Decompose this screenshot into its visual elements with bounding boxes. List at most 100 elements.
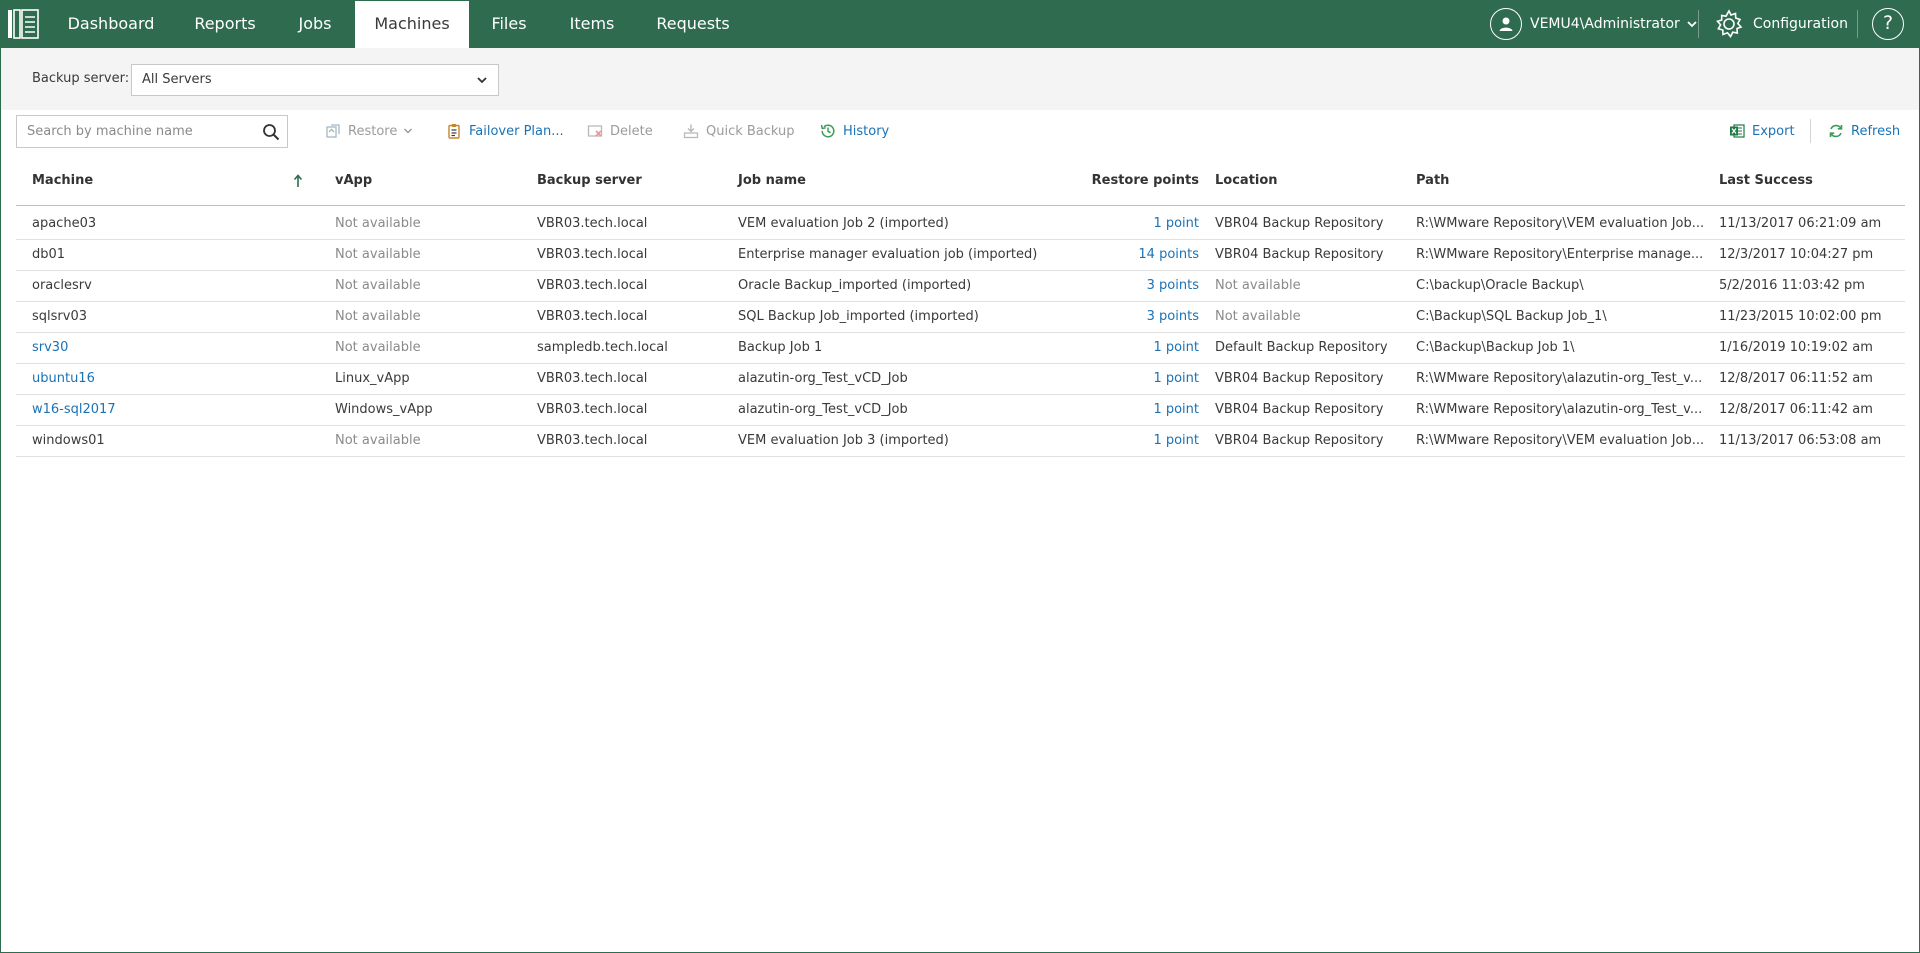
restore-button[interactable]: Restore [325,120,413,142]
table-header: Machine vApp Backup server Job name Rest… [16,164,1905,206]
refresh-icon [1829,124,1843,138]
history-label: History [843,123,890,139]
column-header-job-name[interactable]: Job name [738,164,806,198]
cell-last-success: 12/3/2017 10:04:27 pm [1719,247,1874,262]
user-avatar-icon [1490,8,1522,40]
cell-location: VBR04 Backup Repository [1215,216,1384,231]
backup-server-select[interactable]: All Servers [131,64,499,96]
failover-plan-label: Failover Plan... [469,123,564,139]
cell-machine[interactable]: srv30 [32,333,322,363]
user-name: VEMU4\Administrator [1530,16,1680,32]
cell-backup-server: sampledb.tech.local [537,340,668,355]
cell-location: VBR04 Backup Repository [1215,371,1384,386]
column-header-last-success[interactable]: Last Success [1719,164,1813,198]
cell-backup-server: VBR03.tech.local [537,278,648,293]
cell-path: C:\backup\Oracle Backup\ [1416,278,1584,293]
top-navigation-bar: Dashboard Reports Jobs Machines Files It… [0,0,1920,48]
table-row[interactable]: ubuntu16 Linux_vApp VBR03.tech.local alazut… [16,364,1905,395]
cell-backup-server: VBR03.tech.local [537,247,648,262]
chevron-down-icon [477,77,487,84]
search-box[interactable] [16,115,288,148]
cell-restore-points[interactable]: 1 point [1072,395,1199,425]
tab-files[interactable]: Files [483,0,535,48]
cell-machine[interactable]: w16-sql2017 [32,395,322,425]
cell-machine: apache03 [32,216,97,231]
delete-button[interactable]: Delete [587,120,653,142]
cell-vapp: Not available [335,247,421,262]
chevron-down-icon [404,128,413,134]
cell-location: Default Backup Repository [1215,340,1388,355]
tab-items[interactable]: Items [555,0,629,48]
cell-last-success: 12/8/2017 06:11:42 am [1719,402,1873,417]
column-header-vapp[interactable]: vApp [335,164,372,198]
cell-machine: sqlsrv03 [32,309,87,324]
history-button[interactable]: History [820,120,889,142]
cell-path: C:\Backup\SQL Backup Job_1\ [1416,309,1607,324]
table-body: apache03 Not available VBR03.tech.local VEM… [16,206,1905,457]
sort-ascending-icon[interactable] [293,173,303,189]
cell-job-name: Backup Job 1 [738,340,823,355]
cell-restore-points[interactable]: 1 point [1072,364,1199,394]
backup-server-select-value: All Servers [142,72,212,87]
tab-jobs[interactable]: Jobs [287,0,343,48]
cell-restore-points[interactable]: 1 point [1072,209,1199,239]
cell-location: Not available [1215,309,1301,324]
cell-vapp: Not available [335,278,421,293]
cell-restore-points[interactable]: 3 points [1072,271,1199,301]
machines-table: Machine vApp Backup server Job name Rest… [16,164,1905,457]
cell-vapp: Not available [335,433,421,448]
cell-path: R:\WMware Repository\alazutin-org_Test_v… [1416,371,1703,386]
table-row[interactable]: srv30 Not available sampledb.tech.local Bac… [16,333,1905,364]
table-row[interactable]: sqlsrv03 Not available VBR03.tech.local SQL… [16,302,1905,333]
cell-location: Not available [1215,278,1301,293]
cell-machine[interactable]: ubuntu16 [32,364,322,394]
excel-export-icon [1730,124,1745,138]
configuration-button[interactable]: Configuration [1713,8,1848,40]
tab-machines[interactable]: Machines [355,0,469,48]
failover-plan-button[interactable]: Failover Plan... [446,120,564,142]
cell-backup-server: VBR03.tech.local [537,433,648,448]
table-row[interactable]: db01 Not available VBR03.tech.local Enterpr… [16,240,1905,271]
cell-restore-points[interactable]: 14 points [1072,240,1199,270]
column-header-location[interactable]: Location [1215,164,1278,198]
export-button[interactable]: Export [1729,120,1795,142]
configuration-label: Configuration [1753,16,1848,32]
quick-backup-button[interactable]: Quick Backup [683,120,795,142]
column-header-path[interactable]: Path [1416,164,1449,198]
help-icon[interactable]: ? [1872,8,1904,40]
refresh-button[interactable]: Refresh [1828,120,1900,142]
table-row[interactable]: w16-sql2017 Windows_vApp VBR03.tech.local a… [16,395,1905,426]
restore-icon [326,124,340,138]
refresh-label: Refresh [1851,123,1901,139]
backup-server-label: Backup server: [32,71,130,86]
tab-reports[interactable]: Reports [180,0,270,48]
cell-path: R:\WMware Repository\Enterprise manage..… [1416,247,1704,262]
cell-job-name: alazutin-org_Test_vCD_Job [738,371,908,386]
table-row[interactable]: windows01 Not available VBR03.tech.local VE… [16,426,1905,457]
column-header-restore-points[interactable]: Restore points [1072,164,1199,198]
cell-path: R:\WMware Repository\alazutin-org_Test_v… [1416,402,1703,417]
cell-job-name: Enterprise manager evaluation job (impor… [738,247,1038,262]
cell-path: C:\Backup\Backup Job 1\ [1416,340,1575,355]
cell-backup-server: VBR03.tech.local [537,371,648,386]
nav-divider [1698,10,1699,38]
cell-last-success: 5/2/2016 11:03:42 pm [1719,278,1865,293]
table-row[interactable]: oraclesrv Not available VBR03.tech.local Or… [16,271,1905,302]
cell-restore-points[interactable]: 1 point [1072,333,1199,363]
table-row[interactable]: apache03 Not available VBR03.tech.local VEM… [16,209,1905,240]
search-input[interactable] [27,116,247,147]
cell-restore-points[interactable]: 1 point [1072,426,1199,456]
column-header-backup-server[interactable]: Backup server [537,164,642,198]
nav-divider [1857,10,1858,38]
user-menu[interactable]: VEMU4\Administrator [1490,8,1698,40]
cell-last-success: 1/16/2019 10:19:02 am [1719,340,1873,355]
search-icon[interactable] [262,123,280,141]
cell-restore-points[interactable]: 3 points [1072,302,1199,332]
app-logo-icon[interactable] [6,7,40,41]
cell-machine: oraclesrv [32,278,92,293]
cell-vapp: Windows_vApp [335,402,433,417]
cell-machine: db01 [32,247,66,262]
tab-dashboard[interactable]: Dashboard [54,0,168,48]
column-header-machine[interactable]: Machine [32,164,93,198]
tab-requests[interactable]: Requests [648,0,738,48]
